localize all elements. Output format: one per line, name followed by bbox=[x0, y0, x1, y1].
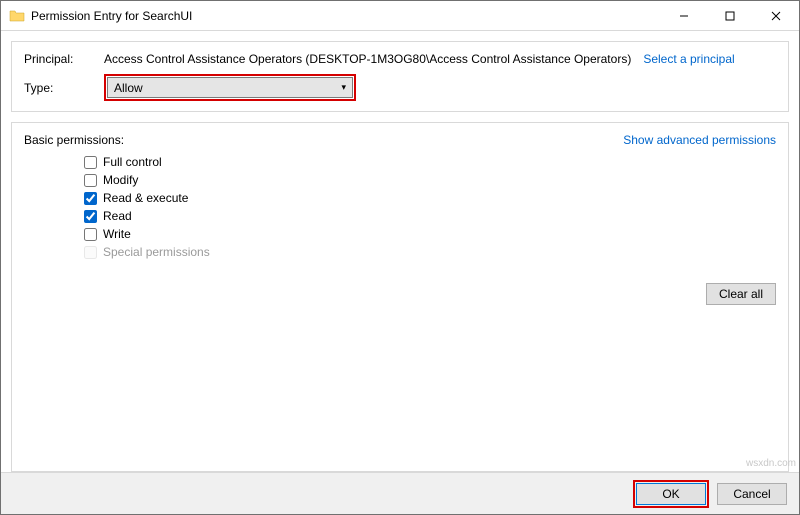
perm-modify-checkbox[interactable] bbox=[84, 174, 97, 187]
ok-button[interactable]: OK bbox=[636, 483, 706, 505]
cancel-button[interactable]: Cancel bbox=[717, 483, 787, 505]
perm-read-execute-label: Read & execute bbox=[103, 191, 188, 205]
principal-value: Access Control Assistance Operators (DES… bbox=[104, 52, 631, 66]
perm-special-label: Special permissions bbox=[103, 245, 210, 259]
perm-read-label: Read bbox=[103, 209, 132, 223]
perm-write-label: Write bbox=[103, 227, 131, 241]
window-frame: Permission Entry for SearchUI Principal:… bbox=[0, 0, 800, 515]
show-advanced-link[interactable]: Show advanced permissions bbox=[623, 133, 776, 147]
type-dropdown-value: Allow bbox=[114, 81, 143, 95]
client-area: Principal: Access Control Assistance Ope… bbox=[1, 31, 799, 472]
basic-permissions-label: Basic permissions: bbox=[24, 133, 124, 147]
window-controls bbox=[661, 1, 799, 30]
chevron-down-icon: ▾ bbox=[341, 82, 346, 93]
select-principal-link[interactable]: Select a principal bbox=[643, 52, 734, 66]
ok-highlight: OK bbox=[633, 480, 709, 508]
principal-label: Principal: bbox=[24, 52, 104, 66]
perm-special-checkbox bbox=[84, 246, 97, 259]
window-title: Permission Entry for SearchUI bbox=[31, 9, 661, 23]
permissions-list: Full control Modify Read & execute Read … bbox=[24, 153, 776, 261]
perm-full-control-label: Full control bbox=[103, 155, 162, 169]
title-bar: Permission Entry for SearchUI bbox=[1, 1, 799, 31]
permissions-panel: Basic permissions: Show advanced permiss… bbox=[11, 122, 789, 472]
perm-special: Special permissions bbox=[84, 243, 776, 261]
maximize-button[interactable] bbox=[707, 1, 753, 30]
type-row: Type: Allow ▾ bbox=[24, 74, 776, 101]
minimize-button[interactable] bbox=[661, 1, 707, 30]
perm-write-checkbox[interactable] bbox=[84, 228, 97, 241]
perm-modify[interactable]: Modify bbox=[84, 171, 776, 189]
type-dropdown[interactable]: Allow ▾ bbox=[107, 77, 353, 98]
perm-full-control-checkbox[interactable] bbox=[84, 156, 97, 169]
clear-all-button[interactable]: Clear all bbox=[706, 283, 776, 305]
perm-modify-label: Modify bbox=[103, 173, 138, 187]
perm-write[interactable]: Write bbox=[84, 225, 776, 243]
perm-read-execute[interactable]: Read & execute bbox=[84, 189, 776, 207]
type-highlight: Allow ▾ bbox=[104, 74, 356, 101]
perm-read[interactable]: Read bbox=[84, 207, 776, 225]
folder-icon bbox=[9, 8, 25, 24]
perm-full-control[interactable]: Full control bbox=[84, 153, 776, 171]
principal-panel: Principal: Access Control Assistance Ope… bbox=[11, 41, 789, 112]
dialog-footer: OK Cancel bbox=[1, 472, 799, 514]
perm-read-execute-checkbox[interactable] bbox=[84, 192, 97, 205]
principal-row: Principal: Access Control Assistance Ope… bbox=[24, 52, 776, 66]
perm-read-checkbox[interactable] bbox=[84, 210, 97, 223]
close-button[interactable] bbox=[753, 1, 799, 30]
type-label: Type: bbox=[24, 81, 104, 95]
